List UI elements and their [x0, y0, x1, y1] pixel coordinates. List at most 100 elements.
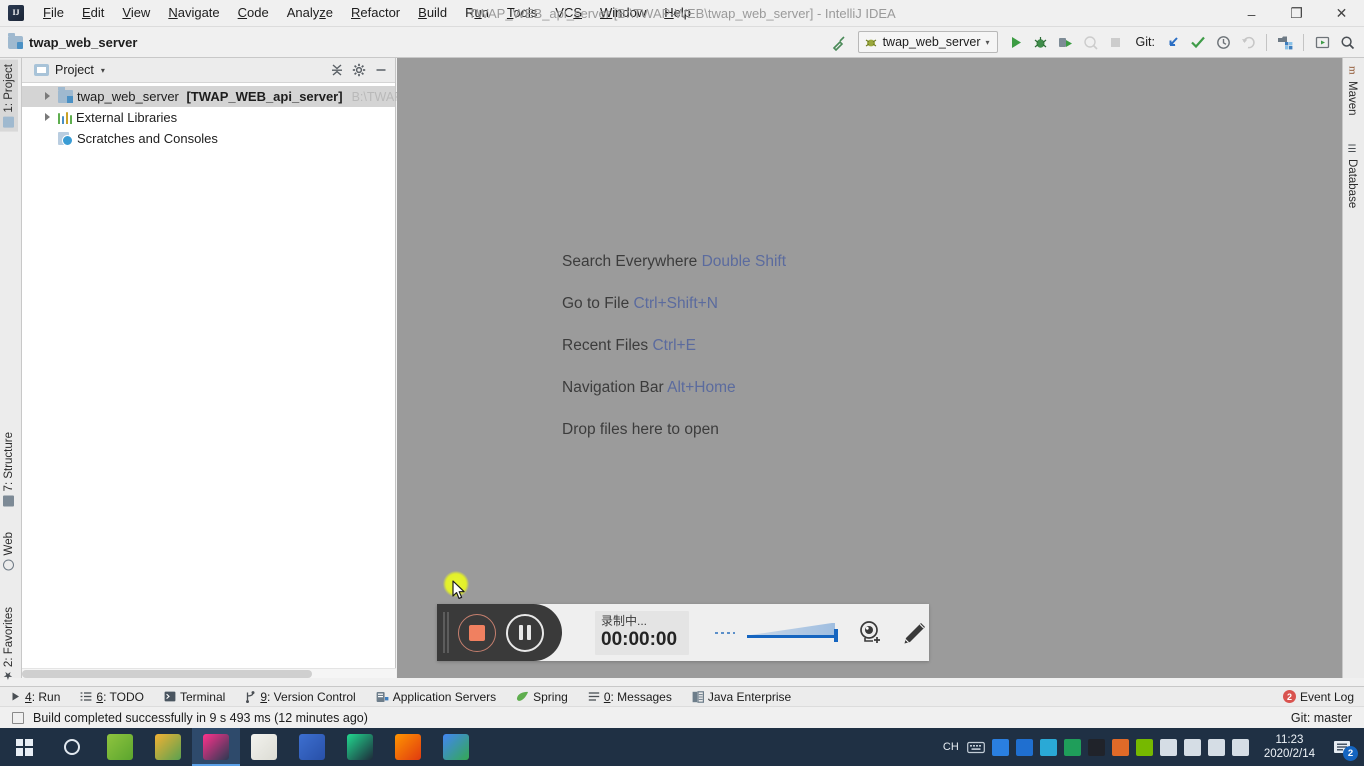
hint-text: Go to File [562, 295, 634, 312]
java-ee-icon [692, 690, 704, 703]
maven-icon: m [1346, 66, 1359, 75]
stop-recording-button[interactable] [458, 613, 496, 652]
action-center-button[interactable]: 2 [1326, 728, 1360, 766]
tray-screen-recorder-icon[interactable] [1037, 728, 1061, 766]
minimize-button[interactable]: – [1229, 0, 1274, 27]
taskbar-pycharm-edu-app[interactable] [96, 728, 144, 766]
tray-intellij-tray-icon[interactable] [1085, 728, 1109, 766]
microphone-volume-slider[interactable] [747, 622, 839, 643]
maximize-button[interactable]: ❐ [1274, 0, 1319, 27]
settings-gear-icon[interactable] [349, 60, 369, 80]
tree-node-external-libraries[interactable]: External Libraries [22, 107, 395, 128]
toolwindow-spring[interactable]: Spring [506, 687, 578, 707]
breadcrumb[interactable]: twap_web_server [0, 32, 137, 50]
todo-list-icon [80, 691, 92, 702]
tray-sync-tool-icon[interactable] [1109, 728, 1133, 766]
sidebar-item-structure[interactable]: 7: Structure [0, 428, 18, 510]
taskbar-intellij-idea-app[interactable] [192, 728, 240, 766]
toolwindow-java-enterprise[interactable]: Java Enterprise [682, 687, 801, 707]
menu-window[interactable]: Window [591, 2, 655, 24]
collapse-all-icon[interactable] [327, 60, 347, 80]
expand-arrow-icon[interactable] [44, 92, 53, 101]
chevron-down-icon[interactable]: ▾ [101, 66, 105, 75]
hint-text: Navigation Bar [562, 379, 668, 396]
cortana-search-button[interactable] [48, 728, 96, 766]
run-icon[interactable] [1005, 31, 1027, 53]
event-log-button[interactable]: 2 Event Log [1273, 687, 1364, 707]
run-configuration-selector[interactable]: twap_web_server ▾ [857, 31, 998, 53]
sidebar-item-database[interactable]: ☰ Database [1343, 140, 1361, 212]
pause-recording-button[interactable] [506, 613, 544, 652]
toolwindow-6-todo[interactable]: 6: TODO [70, 687, 154, 707]
menu-edit[interactable]: Edit [73, 2, 113, 24]
toolwindow-9-version-control[interactable]: 9: Version Control [235, 687, 365, 707]
menu-help[interactable]: Help [655, 2, 700, 24]
tray-wps-cloud-icon[interactable] [1061, 728, 1085, 766]
toolwindow-application-servers[interactable]: Application Servers [366, 687, 506, 707]
ime-keyboard-icon[interactable] [964, 728, 988, 766]
taskbar-webstorm-app[interactable] [336, 728, 384, 766]
commit-icon[interactable] [1187, 31, 1209, 53]
search-everywhere-icon[interactable] [1336, 31, 1358, 53]
menu-view[interactable]: View [113, 2, 159, 24]
git-branch-widget[interactable]: Git: master [1291, 711, 1352, 725]
menu-run[interactable]: Run [456, 2, 498, 24]
scrollbar-thumb[interactable] [22, 670, 312, 678]
open-preview-icon[interactable] [1311, 31, 1333, 53]
taskbar-chrome-canary-app[interactable] [144, 728, 192, 766]
toolwindow-0-messages[interactable]: 0: Messages [578, 687, 682, 707]
tree-node-scratches-and-consoles[interactable]: Scratches and Consoles [22, 128, 395, 149]
sidebar-item-project[interactable]: 1: Project [0, 60, 18, 132]
menu-file[interactable]: File [34, 2, 73, 24]
history-icon[interactable] [1212, 31, 1234, 53]
taskbar-clock[interactable]: 11:23 2020/2/14 [1254, 728, 1325, 766]
tray-baidu-netdisk-icon[interactable] [989, 728, 1013, 766]
chrome-app-icon [443, 734, 469, 760]
hide-icon[interactable] [371, 60, 391, 80]
sync-tool-icon [1112, 738, 1130, 756]
project-icon [34, 64, 49, 76]
toolwindow-4-run[interactable]: 4: Run [0, 687, 70, 707]
menu-refactor[interactable]: Refactor [342, 2, 409, 24]
taskbar-chrome-app[interactable] [432, 728, 480, 766]
tray-display-icon[interactable] [1205, 728, 1229, 766]
volume-knob[interactable] [834, 628, 839, 642]
sidebar-item-maven[interactable]: m Maven [1343, 62, 1361, 120]
start-button[interactable] [0, 728, 48, 766]
menu-build[interactable]: Build [409, 2, 456, 24]
tray-volume-icon[interactable] [1181, 728, 1205, 766]
taskbar-firefox-app[interactable] [384, 728, 432, 766]
tree-node-twap-web-server[interactable]: twap_web_server [TWAP_WEB_api_server] B:… [22, 86, 435, 107]
build-hammer-icon[interactable] [829, 31, 851, 53]
menu-navigate[interactable]: Navigate [159, 2, 228, 24]
add-webcam-button[interactable] [855, 618, 885, 648]
tray-network-icon[interactable] [1157, 728, 1181, 766]
taskbar-vysor-app[interactable] [288, 728, 336, 766]
run-configuration-label: twap_web_server [882, 35, 981, 49]
menu-tools[interactable]: Tools [498, 2, 546, 24]
project-icon [3, 116, 15, 128]
clock-date: 2020/2/14 [1263, 748, 1315, 760]
annotation-pen-button[interactable] [899, 618, 929, 648]
notification-count-badge: 2 [1343, 746, 1358, 761]
run-with-coverage-icon[interactable] [1055, 31, 1077, 53]
tray-nvidia-icon[interactable] [1133, 728, 1157, 766]
sidebar-item-favorites[interactable]: ★ 2: Favorites [0, 603, 18, 686]
debug-icon[interactable] [1030, 31, 1052, 53]
sidebar-item-web[interactable]: Web [0, 528, 18, 574]
menu-code[interactable]: Code [229, 2, 278, 24]
sidebar-item-label: Database [1346, 159, 1358, 209]
expand-arrow-icon[interactable] [44, 113, 53, 122]
project-panel-horizontal-scrollbar[interactable] [22, 668, 396, 678]
drag-handle[interactable] [443, 612, 451, 653]
ime-indicator[interactable]: CH [939, 728, 963, 766]
toolwindow-terminal[interactable]: Terminal [154, 687, 235, 707]
settings-structure-icon[interactable] [1274, 31, 1296, 53]
update-project-icon[interactable] [1162, 31, 1184, 53]
menu-analyze[interactable]: Analyze [278, 2, 342, 24]
tray-battery-icon[interactable] [1229, 728, 1253, 766]
tray-pdf-reader-icon[interactable] [1013, 728, 1037, 766]
close-button[interactable]: ✕ [1319, 0, 1364, 27]
taskbar-typora-app[interactable] [240, 728, 288, 766]
menu-vcs[interactable]: VCS [546, 2, 591, 24]
